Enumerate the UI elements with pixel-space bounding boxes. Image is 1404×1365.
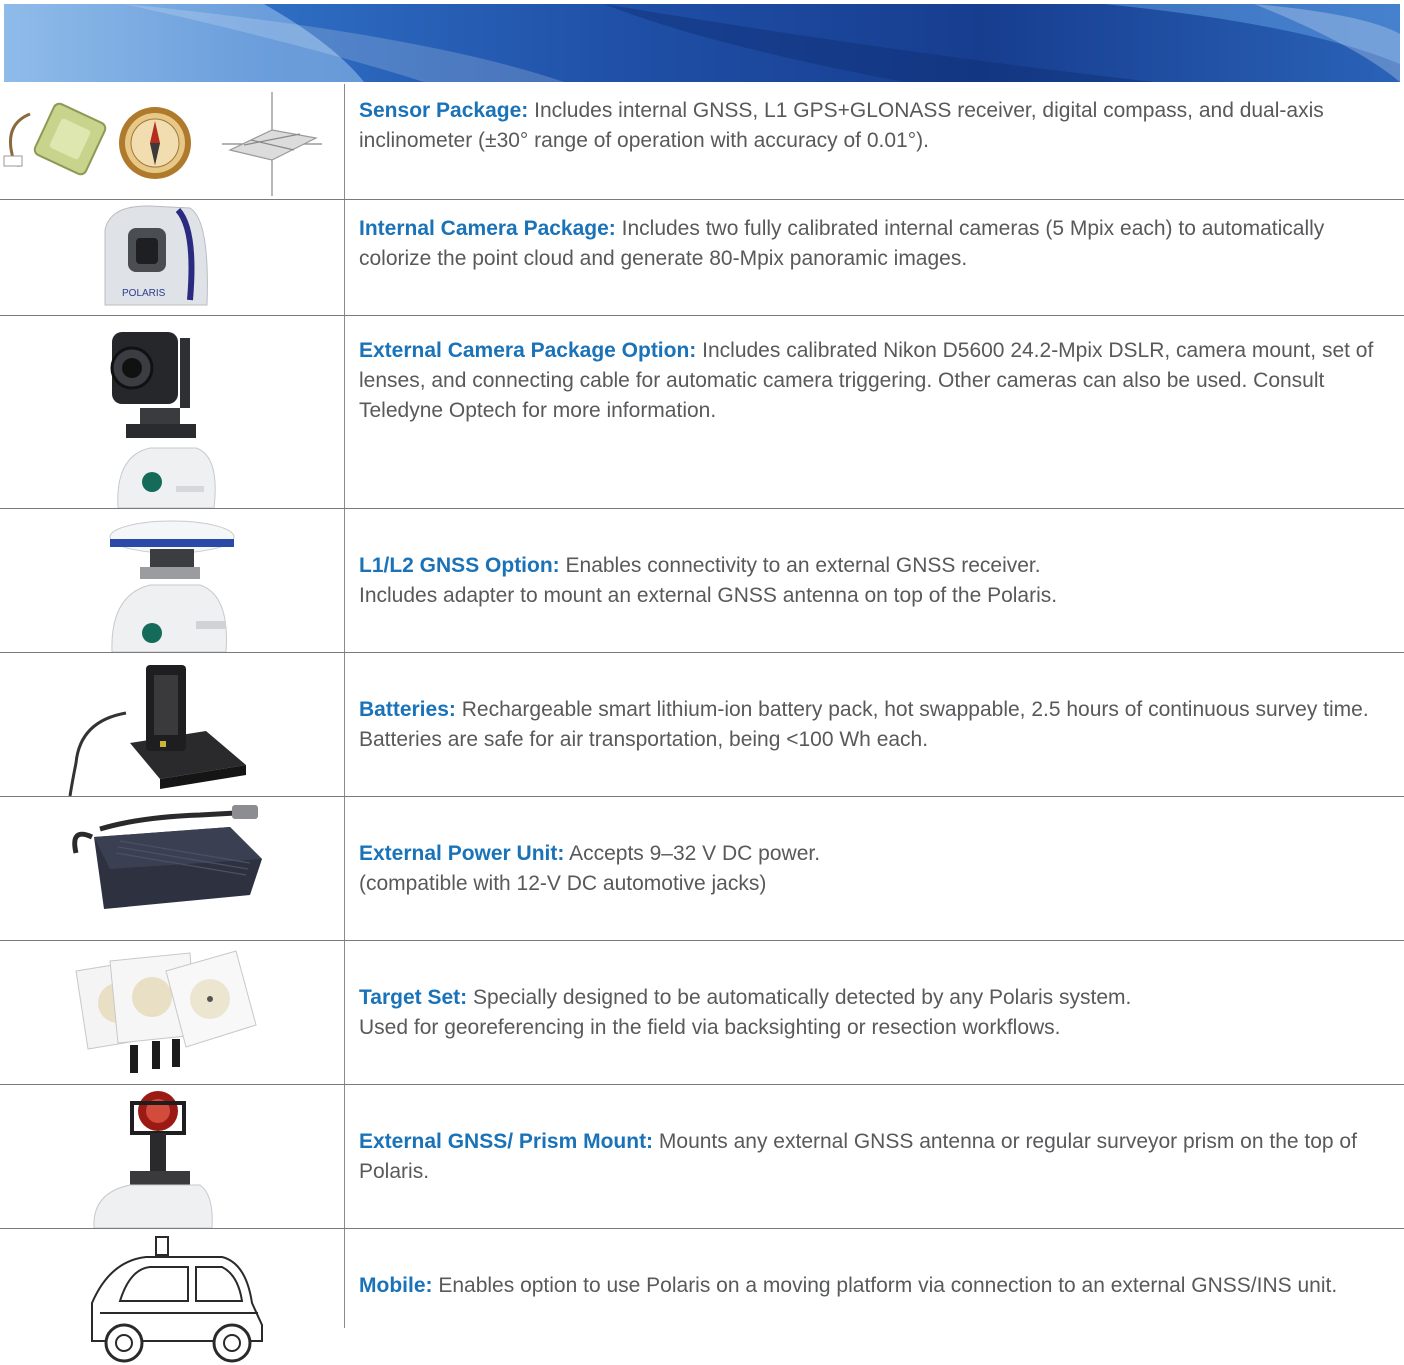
battery-charger-image	[0, 653, 344, 796]
feature-text: Enables option to use Polaris on a movin…	[438, 1274, 1338, 1297]
feature-description: Batteries: Rechargeable smart lithium-io…	[359, 695, 1389, 755]
gnss-compass-inclinometer-image	[0, 84, 344, 199]
feature-row-internal-camera: POLARIS Internal Camera Package: Include…	[0, 200, 1404, 315]
feature-description: External Power Unit: Accepts 9–32 V DC p…	[359, 839, 1389, 899]
feature-row-mobile: Mobile: Enables option to use Polaris on…	[0, 1229, 1404, 1365]
feature-text: Specially designed to be automatically d…	[359, 986, 1132, 1039]
header-banner	[4, 4, 1400, 82]
gnss-antenna-image	[0, 509, 344, 652]
feature-label: Internal Camera Package:	[359, 217, 616, 240]
feature-description: L1/L2 GNSS Option: Enables connectivity …	[359, 551, 1389, 611]
feature-row-power-unit: External Power Unit: Accepts 9–32 V DC p…	[0, 797, 1404, 940]
feature-description: Target Set: Specially designed to be aut…	[359, 983, 1389, 1043]
feature-row-prism-mount: External GNSS/ Prism Mount: Mounts any e…	[0, 1085, 1404, 1228]
banner-swoosh-graphic	[4, 4, 1400, 82]
prism-mount-image	[0, 1085, 344, 1228]
power-unit-image	[0, 797, 344, 940]
target-set-image	[0, 941, 344, 1084]
feature-description: Mobile: Enables option to use Polaris on…	[359, 1271, 1389, 1301]
feature-row-batteries: Batteries: Rechargeable smart lithium-io…	[0, 653, 1404, 796]
feature-row-gnss-option: L1/L2 GNSS Option: Enables connectivity …	[0, 509, 1404, 652]
feature-label: Mobile:	[359, 1274, 433, 1297]
car-image	[0, 1229, 344, 1365]
feature-label: Batteries:	[359, 698, 456, 721]
feature-label: External Power Unit:	[359, 842, 565, 865]
feature-description: External Camera Package Option: Includes…	[359, 336, 1389, 426]
feature-text: Rechargeable smart lithium-ion battery p…	[359, 698, 1369, 751]
feature-row-sensor-package: Sensor Package: Includes internal GNSS, …	[0, 84, 1404, 199]
feature-description: Internal Camera Package: Includes two fu…	[359, 214, 1389, 274]
feature-label: External GNSS/ Prism Mount:	[359, 1130, 654, 1153]
feature-row-target-set: Target Set: Specially designed to be aut…	[0, 941, 1404, 1084]
internal-camera-image: POLARIS	[0, 200, 344, 315]
feature-row-external-camera: External Camera Package Option: Includes…	[0, 316, 1404, 508]
feature-label: Target Set:	[359, 986, 468, 1009]
feature-description: Sensor Package: Includes internal GNSS, …	[359, 96, 1389, 156]
feature-label: Sensor Package:	[359, 99, 529, 122]
feature-label: External Camera Package Option:	[359, 339, 697, 362]
external-camera-image	[0, 316, 344, 508]
feature-label: L1/L2 GNSS Option:	[359, 554, 560, 577]
camera-logo-text: POLARIS	[122, 288, 166, 299]
feature-description: External GNSS/ Prism Mount: Mounts any e…	[359, 1127, 1389, 1187]
